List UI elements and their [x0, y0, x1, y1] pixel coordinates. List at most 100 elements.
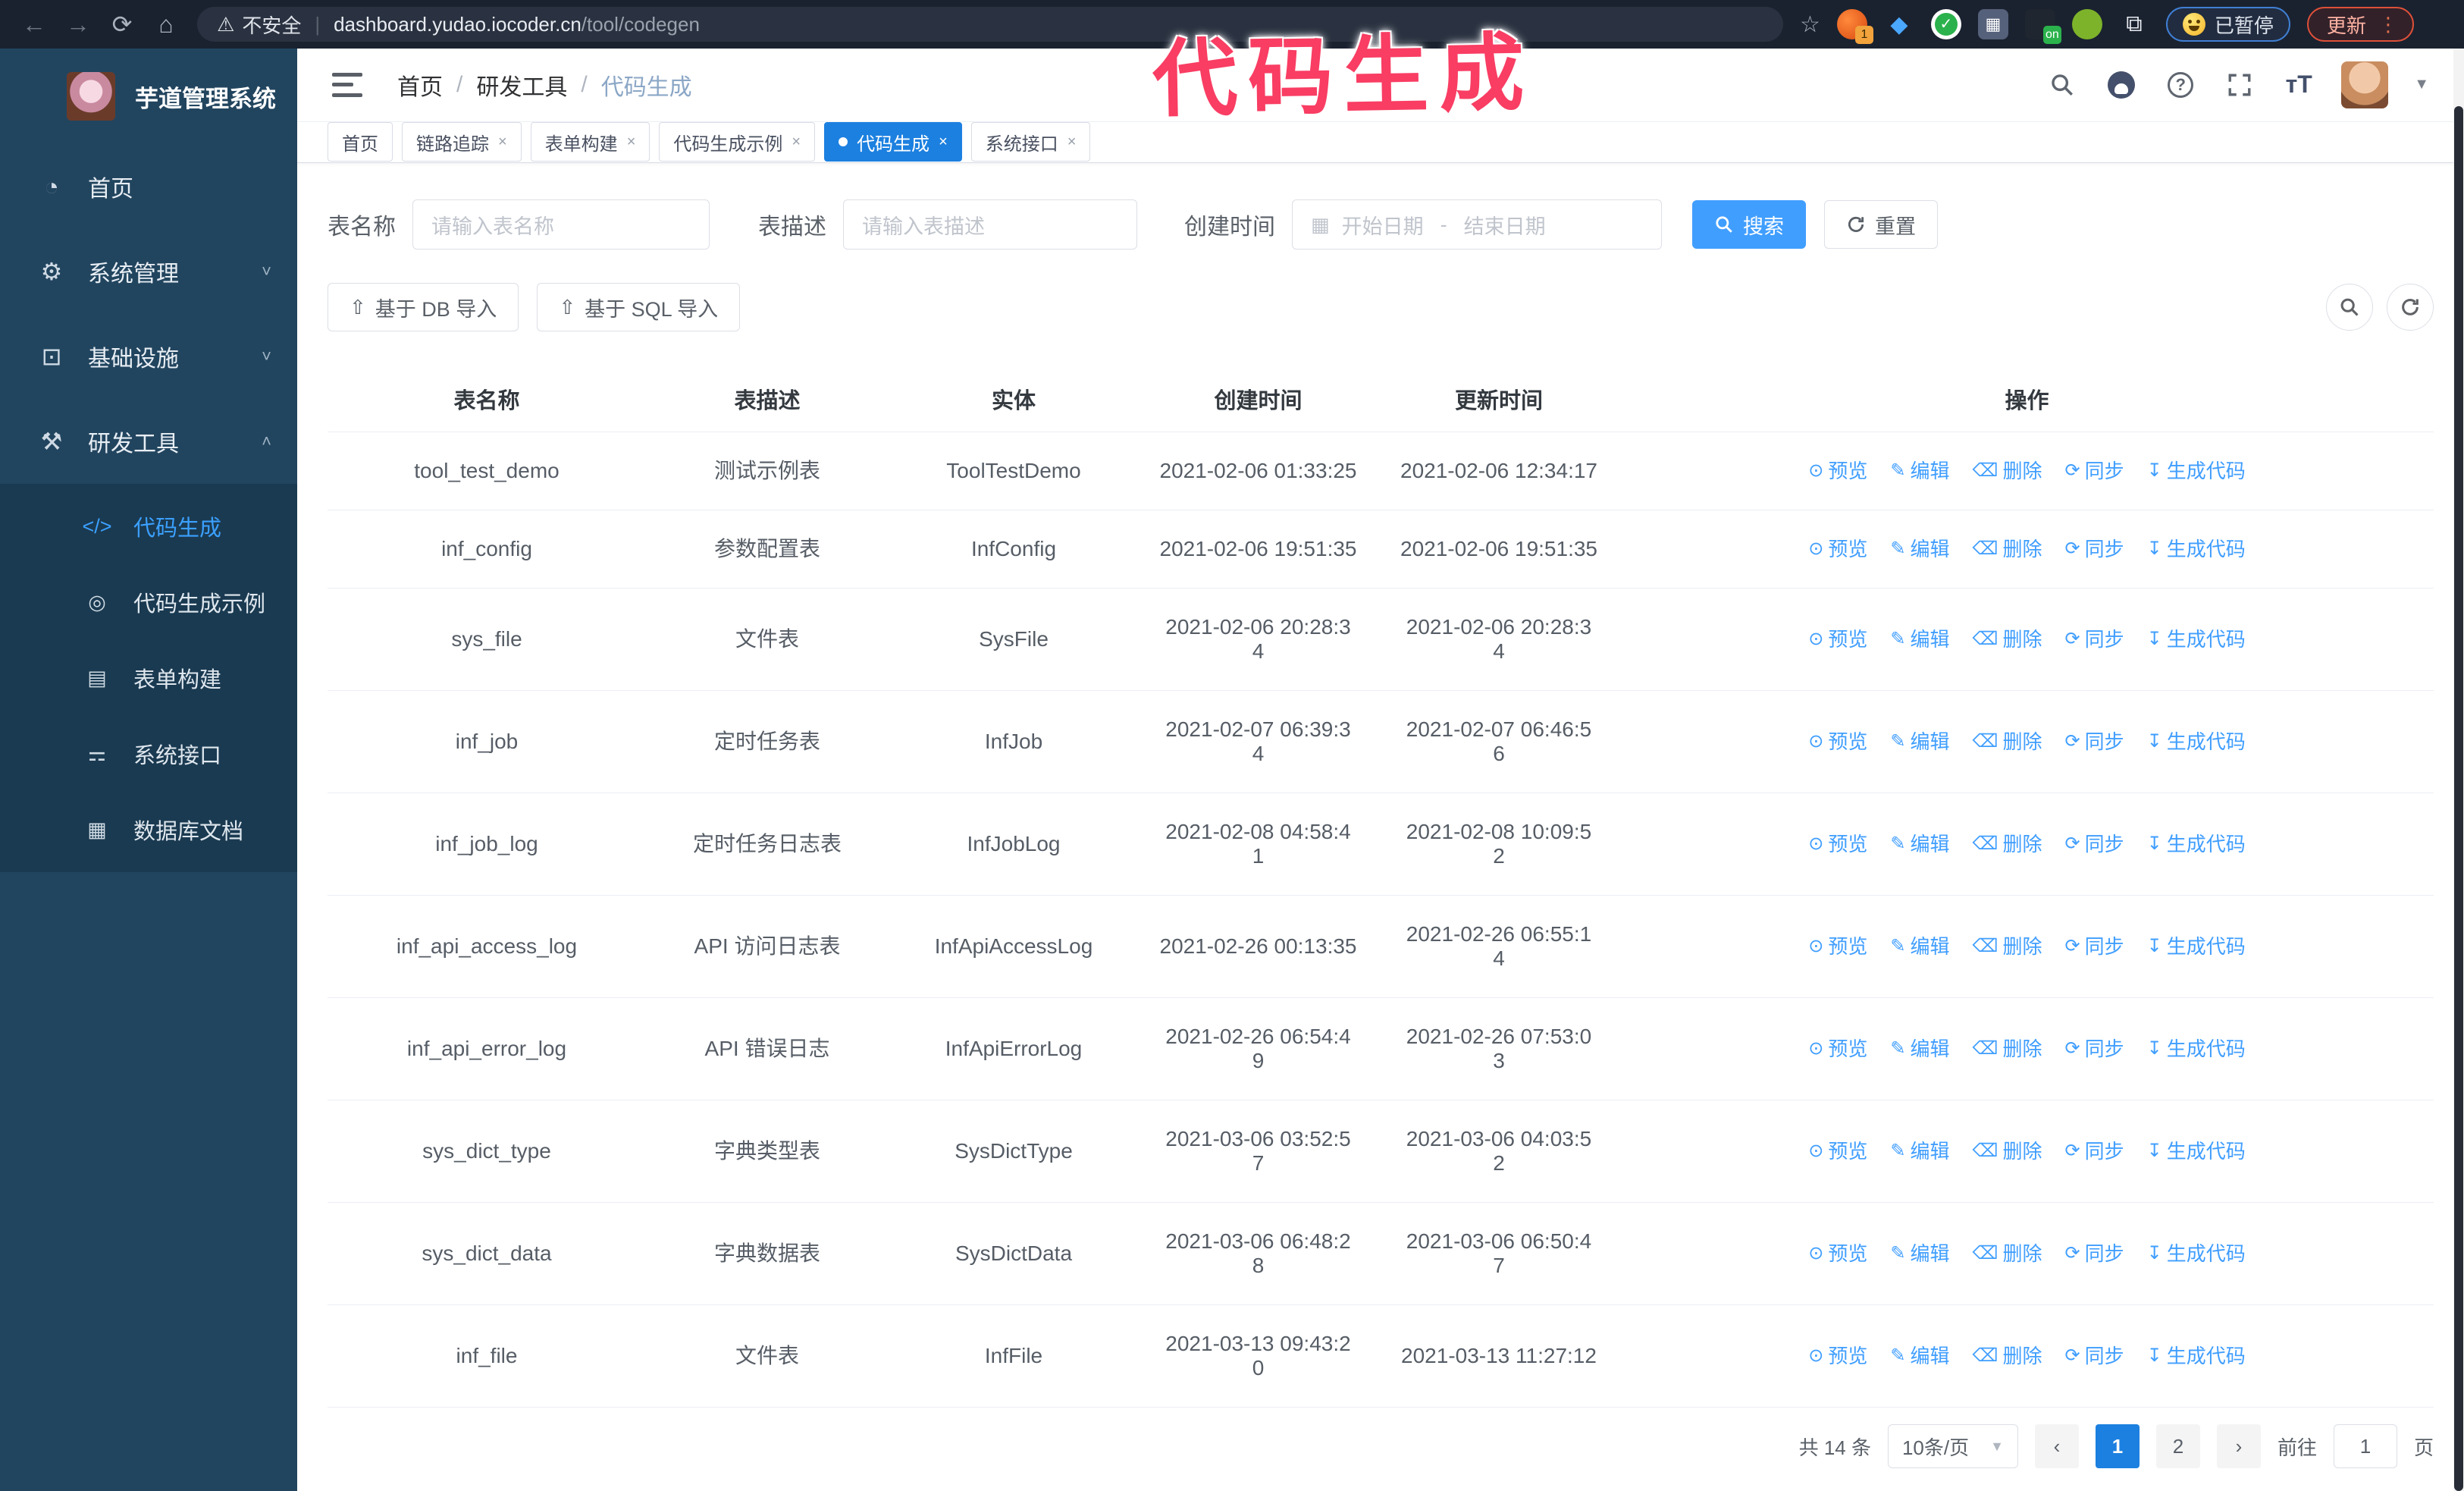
generate-code-link[interactable]: ↧ 生成代码 [2147, 459, 2246, 483]
delete-link[interactable]: ⌫ 删除 [1973, 627, 2042, 651]
edit-link[interactable]: ✎ 编辑 [1890, 1139, 1949, 1163]
sync-link[interactable]: ⟳ 同步 [2064, 1139, 2124, 1163]
tab-home[interactable]: 首页 [328, 122, 393, 162]
breadcrumb-devtools[interactable]: 研发工具 [476, 68, 567, 102]
delete-link[interactable]: ⌫ 删除 [1973, 1241, 2042, 1266]
tab-codegen-example[interactable]: 代码生成示例 × [659, 122, 816, 162]
edit-link[interactable]: ✎ 编辑 [1890, 459, 1949, 483]
toggle-search-button[interactable] [2326, 284, 2373, 331]
tab-codegen[interactable]: 代码生成 × [824, 122, 962, 162]
table-name-input[interactable]: 请输入表名称 [412, 199, 710, 250]
close-icon[interactable]: × [627, 133, 636, 151]
help-icon[interactable]: ? [2164, 68, 2197, 102]
edit-link[interactable]: ✎ 编辑 [1890, 832, 1949, 856]
generate-code-link[interactable]: ↧ 生成代码 [2147, 537, 2246, 561]
delete-link[interactable]: ⌫ 删除 [1973, 537, 2042, 561]
sync-link[interactable]: ⟳ 同步 [2064, 832, 2124, 856]
edit-link[interactable]: ✎ 编辑 [1890, 537, 1949, 561]
reload-icon[interactable]: ⟳ [100, 10, 144, 39]
user-avatar[interactable] [2341, 61, 2389, 108]
chrome-update-button[interactable]: 更新 ⋮ [2306, 7, 2414, 42]
grid-extension-icon[interactable]: ▦ [1977, 9, 2008, 39]
edit-link[interactable]: ✎ 编辑 [1890, 1037, 1949, 1061]
close-icon[interactable]: × [939, 133, 948, 151]
sidebar-item-codegen[interactable]: </> 代码生成 [0, 488, 297, 564]
back-icon[interactable]: ← [12, 11, 56, 39]
sidebar-item-codegen-example[interactable]: ◎ 代码生成示例 [0, 564, 297, 640]
scrollbar-thumb[interactable] [2454, 106, 2463, 1491]
start-date-placeholder[interactable]: 开始日期 [1342, 210, 1424, 240]
search-icon[interactable] [2045, 68, 2079, 102]
preview-link[interactable]: ⊙ 预览 [1808, 1139, 1867, 1163]
reset-button[interactable]: 重置 [1824, 200, 1938, 249]
sync-link[interactable]: ⟳ 同步 [2064, 1241, 2124, 1266]
page-button-2[interactable]: 2 [2155, 1424, 2200, 1468]
delete-link[interactable]: ⌫ 删除 [1973, 1037, 2042, 1061]
end-date-placeholder[interactable]: 结束日期 [1464, 210, 1546, 240]
home-icon[interactable]: ⌂ [144, 11, 188, 39]
generate-code-link[interactable]: ↧ 生成代码 [2147, 730, 2246, 754]
generate-code-link[interactable]: ↧ 生成代码 [2147, 1139, 2246, 1163]
address-bar[interactable]: ⚠ 不安全 | dashboard.yudao.iocoder.cn /tool… [197, 7, 1783, 42]
delete-link[interactable]: ⌫ 删除 [1973, 459, 2042, 483]
sync-link[interactable]: ⟳ 同步 [2064, 537, 2124, 561]
edit-link[interactable]: ✎ 编辑 [1890, 627, 1949, 651]
close-icon[interactable]: × [498, 133, 507, 151]
sync-link[interactable]: ⟳ 同步 [2064, 730, 2124, 754]
forward-icon[interactable]: → [56, 11, 100, 39]
tab-form-builder[interactable]: 表单构建 × [530, 122, 650, 162]
edit-link[interactable]: ✎ 编辑 [1890, 1344, 1949, 1368]
generate-code-link[interactable]: ↧ 生成代码 [2147, 832, 2246, 856]
github-icon[interactable] [2105, 68, 2138, 102]
preview-link[interactable]: ⊙ 预览 [1808, 1037, 1867, 1061]
preview-link[interactable]: ⊙ 预览 [1808, 627, 1867, 651]
page-size-select[interactable]: 10条/页 ▼ [1887, 1424, 2018, 1468]
delete-link[interactable]: ⌫ 删除 [1973, 934, 2042, 959]
dark-extension-icon[interactable]: on [2024, 9, 2061, 44]
generate-code-link[interactable]: ↧ 生成代码 [2147, 934, 2246, 959]
search-button[interactable]: 搜索 [1692, 200, 1806, 249]
delete-link[interactable]: ⌫ 删除 [1973, 730, 2042, 754]
font-size-icon[interactable]: ᴛT [2282, 68, 2315, 102]
preview-link[interactable]: ⊙ 预览 [1808, 459, 1867, 483]
preview-link[interactable]: ⊙ 预览 [1808, 1344, 1867, 1368]
sync-link[interactable]: ⟳ 同步 [2064, 459, 2124, 483]
profile-paused-pill[interactable]: 已暂停 [2165, 7, 2290, 42]
close-icon[interactable]: × [1067, 133, 1077, 151]
sidebar-item-devtools[interactable]: ⚒ 研发工具 ˄ [0, 399, 297, 484]
generate-code-link[interactable]: ↧ 生成代码 [2147, 1344, 2246, 1368]
sidebar-item-system[interactable]: ⚙ 系统管理 ˅ [0, 229, 297, 314]
breadcrumb-home[interactable]: 首页 [397, 68, 443, 102]
date-range-picker[interactable]: ▦ 开始日期 - 结束日期 [1292, 199, 1662, 250]
sync-link[interactable]: ⟳ 同步 [2064, 934, 2124, 959]
sync-link[interactable]: ⟳ 同步 [2064, 627, 2124, 651]
avatar-caret-icon[interactable]: ▼ [2414, 76, 2429, 93]
extensions-puzzle-icon[interactable]: ⧉ [2119, 9, 2149, 39]
sync-link[interactable]: ⟳ 同步 [2064, 1344, 2124, 1368]
gem-extension-icon[interactable]: ◆ [1884, 9, 1914, 39]
preview-link[interactable]: ⊙ 预览 [1808, 832, 1867, 856]
collapse-sidebar-icon[interactable] [332, 72, 362, 97]
delete-link[interactable]: ⌫ 删除 [1973, 1344, 2042, 1368]
preview-link[interactable]: ⊙ 预览 [1808, 934, 1867, 959]
page-scrollbar[interactable] [2453, 49, 2464, 1491]
edit-link[interactable]: ✎ 编辑 [1890, 1241, 1949, 1266]
page-button-1[interactable]: 1 [2095, 1424, 2140, 1468]
tab-system-api[interactable]: 系统接口 × [970, 122, 1091, 162]
sidebar-item-db-doc[interactable]: ▦ 数据库文档 [0, 792, 297, 868]
bookmark-star-icon[interactable]: ☆ [1800, 11, 1820, 38]
tab-tracing[interactable]: 链路追踪 × [402, 122, 522, 162]
generate-code-link[interactable]: ↧ 生成代码 [2147, 1241, 2246, 1266]
table-desc-input[interactable]: 请输入表描述 [843, 199, 1137, 250]
sidebar-item-system-api[interactable]: ⚎ 系统接口 [0, 716, 297, 792]
bot-extension-icon[interactable] [2071, 9, 2102, 39]
orange-extension-icon[interactable]: 1 [1836, 9, 1873, 44]
security-label[interactable]: 不安全 [242, 11, 301, 39]
next-page-button[interactable]: › [2216, 1424, 2261, 1468]
import-sql-button[interactable]: ⇧ 基于 SQL 导入 [537, 283, 741, 331]
edit-link[interactable]: ✎ 编辑 [1890, 934, 1949, 959]
goto-page-input[interactable]: 1 [2333, 1424, 2397, 1468]
preview-link[interactable]: ⊙ 预览 [1808, 537, 1867, 561]
generate-code-link[interactable]: ↧ 生成代码 [2147, 1037, 2246, 1061]
refresh-button[interactable] [2387, 284, 2434, 331]
